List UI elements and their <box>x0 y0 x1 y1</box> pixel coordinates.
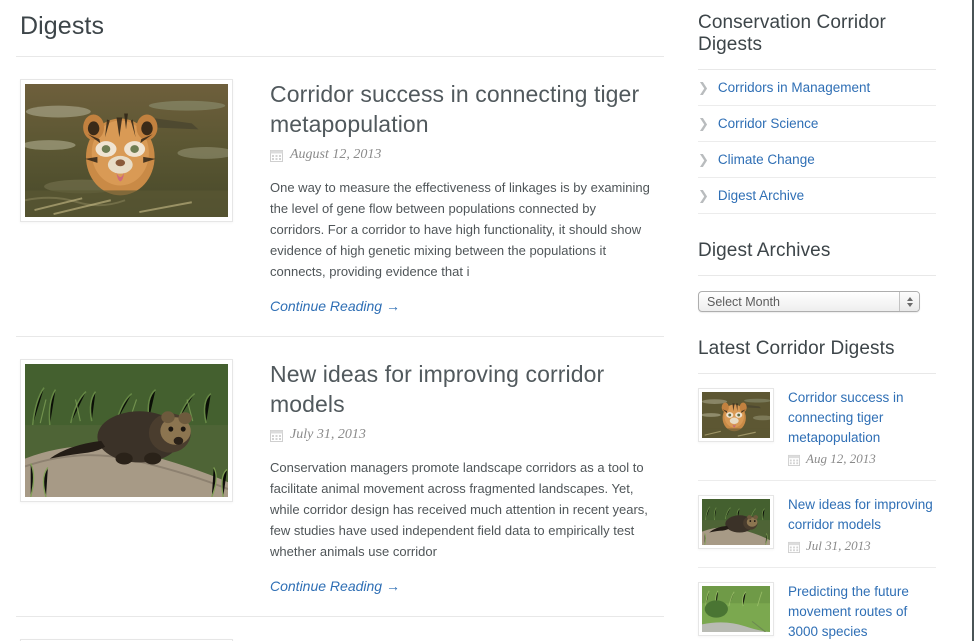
digest-title-link[interactable]: New ideas for improving corridor models <box>788 495 936 535</box>
latest-digest-list: Corridor success in connecting tiger met… <box>698 374 936 641</box>
calendar-icon <box>788 453 800 465</box>
stepper-down-arrow <box>907 303 913 307</box>
article-title-link[interactable]: New ideas for improving corridor models <box>270 359 652 419</box>
continue-reading-link[interactable]: Continue Reading → <box>270 298 400 314</box>
widget-latest-corridor-digests: Latest Corridor Digests <box>698 338 936 641</box>
digest-thumbnail[interactable] <box>698 495 774 549</box>
article-text: New ideas for improving corridor models … <box>233 359 664 596</box>
page-title: Digests <box>20 12 664 41</box>
digest-text: Corridor success in connecting tiger met… <box>774 388 936 467</box>
main-content: Digests <box>0 0 680 641</box>
chevron-right-icon: ❯ <box>698 81 709 94</box>
widget-divider <box>698 275 936 276</box>
widget-title: Latest Corridor Digests <box>698 338 936 360</box>
sidebar-item-corridor-science[interactable]: ❯ Corridor Science <box>698 106 936 142</box>
fisher-on-log-thumb <box>702 499 770 545</box>
widget-title: Conservation Corridor Digests <box>698 12 936 56</box>
sidebar-item-climate-change[interactable]: ❯ Climate Change <box>698 142 936 178</box>
digest-date: Jul 31, 2013 <box>806 538 871 554</box>
article-date: August 12, 2013 <box>290 147 381 163</box>
article-date: July 31, 2013 <box>290 427 366 443</box>
roadside-vegetation-thumb <box>702 586 770 632</box>
article-meta: July 31, 2013 <box>270 427 652 443</box>
digest-text: Predicting the future movement routes of… <box>774 582 936 641</box>
list-item: Predicting the future movement routes of… <box>698 568 936 641</box>
article-thumbnail[interactable] <box>20 359 233 502</box>
digest-thumbnail[interactable] <box>698 388 774 442</box>
tiger-in-water-thumb <box>702 392 770 438</box>
chevron-right-icon: ❯ <box>698 153 709 166</box>
digest-thumbnail[interactable] <box>698 582 774 636</box>
article-item: New ideas for improving corridor models … <box>16 337 664 617</box>
tiger-in-water-photo <box>25 84 228 217</box>
sidebar-item-label[interactable]: Corridor Science <box>718 116 819 131</box>
calendar-icon <box>270 429 283 442</box>
widget-conservation-corridor-digests: Conservation Corridor Digests ❯ Corridor… <box>698 12 936 214</box>
digest-meta: Aug 12, 2013 <box>788 451 936 467</box>
digest-title-link[interactable]: Corridor success in connecting tiger met… <box>788 388 936 448</box>
sidebar-item-corridors-in-management[interactable]: ❯ Corridors in Management <box>698 70 936 106</box>
sidebar-item-label[interactable]: Climate Change <box>718 152 815 167</box>
article-text: Corridor success in connecting tiger met… <box>233 79 664 316</box>
chevron-right-icon: ❯ <box>698 189 709 202</box>
stepper-up-arrow <box>907 297 913 301</box>
calendar-icon <box>788 540 800 552</box>
article-thumbnail[interactable] <box>20 79 233 222</box>
widget-title: Digest Archives <box>698 240 936 262</box>
article-item: Corridor success in connecting tiger met… <box>16 57 664 337</box>
list-item: Corridor success in connecting tiger met… <box>698 374 936 481</box>
stepper-updown-icon[interactable] <box>899 292 919 311</box>
article-excerpt: Conservation managers promote landscape … <box>270 457 652 562</box>
digest-meta: Jul 31, 2013 <box>788 538 936 554</box>
widget-digest-archives: Digest Archives Select Month <box>698 240 936 312</box>
digest-text: New ideas for improving corridor models … <box>774 495 936 554</box>
fisher-on-log-photo <box>25 364 228 497</box>
article-title-link[interactable]: Corridor success in connecting tiger met… <box>270 79 652 139</box>
page-root: Digests <box>0 0 980 641</box>
sidebar-item-label[interactable]: Digest Archive <box>718 188 804 203</box>
calendar-icon <box>270 149 283 162</box>
sidebar-item-digest-archive[interactable]: ❯ Digest Archive <box>698 178 936 214</box>
month-select-value: Select Month <box>707 295 780 309</box>
chevron-right-icon: ❯ <box>698 117 709 130</box>
continue-reading-link[interactable]: Continue Reading → <box>270 578 400 594</box>
list-item: New ideas for improving corridor models … <box>698 481 936 568</box>
article-item: Predicting the future movement routes of… <box>16 617 664 641</box>
month-select[interactable]: Select Month <box>698 291 920 312</box>
article-meta: August 12, 2013 <box>270 147 652 163</box>
sidebar: Conservation Corridor Digests ❯ Corridor… <box>680 0 972 641</box>
digest-title-link[interactable]: Predicting the future movement routes of… <box>788 582 936 641</box>
viewport-right-gutter <box>974 0 980 641</box>
digest-date: Aug 12, 2013 <box>806 451 876 467</box>
article-excerpt: One way to measure the effectiveness of … <box>270 177 652 282</box>
sidebar-item-label[interactable]: Corridors in Management <box>718 80 870 95</box>
sidebar-nav-list: ❯ Corridors in Management ❯ Corridor Sci… <box>698 70 936 214</box>
